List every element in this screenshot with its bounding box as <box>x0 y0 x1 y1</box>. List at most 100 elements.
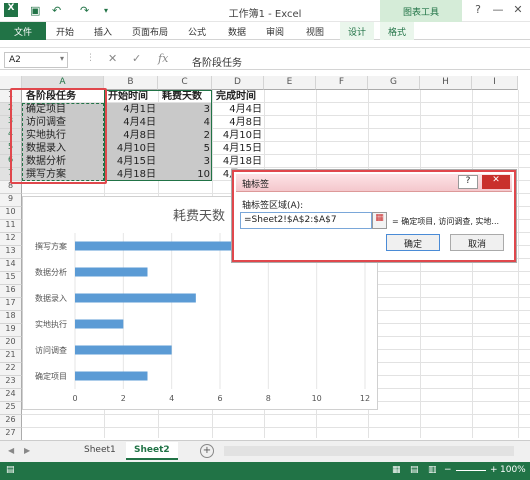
column-header-b[interactable]: B <box>104 76 158 90</box>
gridline-vertical <box>518 90 519 438</box>
tab-formulas[interactable]: 公式 <box>188 25 206 38</box>
scroll-left-icon[interactable]: ◀ <box>8 446 14 455</box>
horizontal-scrollbar[interactable] <box>224 446 514 456</box>
x-tick-label: 2 <box>121 394 126 403</box>
row-header[interactable]: 15 <box>0 272 22 285</box>
page-break-icon[interactable]: ▥ <box>428 465 437 475</box>
table-cell[interactable]: 4月10日 <box>214 129 264 142</box>
category-label: 撰写方案 <box>35 241 67 251</box>
tab-design[interactable]: 设计 <box>340 22 374 40</box>
save-icon[interactable]: ▣ <box>30 4 40 17</box>
row-header[interactable]: 21 <box>0 350 22 363</box>
enter-icon[interactable]: ✓ <box>132 52 141 65</box>
zoom-in-icon[interactable]: + <box>490 465 498 475</box>
column-header-f[interactable]: F <box>316 76 368 90</box>
row-header[interactable]: 19 <box>0 324 22 337</box>
page-layout-icon[interactable]: ▤ <box>410 465 419 475</box>
tab-insert[interactable]: 插入 <box>94 25 112 38</box>
cancel-button[interactable]: 取消 <box>450 234 504 251</box>
row-header[interactable]: 24 <box>0 389 22 402</box>
customize-qat-icon[interactable]: ▾ <box>104 6 108 15</box>
minimize-button[interactable]: — <box>488 3 508 16</box>
chart-bar[interactable] <box>75 345 172 355</box>
category-label: 实地执行 <box>35 319 67 329</box>
sheet-tab-1[interactable]: Sheet1 <box>76 442 124 460</box>
row-header[interactable]: 9 <box>0 194 22 207</box>
cancel-icon[interactable]: ✕ <box>108 52 117 65</box>
chart-bar[interactable] <box>75 319 124 329</box>
row-header[interactable]: 16 <box>0 285 22 298</box>
x-tick-label: 8 <box>266 394 271 403</box>
row-header[interactable]: 23 <box>0 376 22 389</box>
chart-bar[interactable] <box>75 267 148 277</box>
normal-view-icon[interactable]: ▦ <box>392 465 401 475</box>
help-icon[interactable]: ? <box>468 3 488 16</box>
undo-icon[interactable]: ↶ <box>52 4 61 17</box>
excel-logo-icon: X <box>4 3 18 17</box>
tab-review[interactable]: 审阅 <box>266 25 284 38</box>
chart-tools-label: 图表工具 <box>380 0 462 22</box>
title-bar: X ▣ ↶ ↷ ▾ 工作簿1 - Excel 图表工具 ? — ✕ <box>0 0 530 22</box>
table-cell[interactable]: 4月8日 <box>214 116 264 129</box>
axis-range-label: 轴标签区域(A): <box>242 201 304 211</box>
insert-function-icon[interactable]: fx <box>158 52 168 65</box>
column-header-h[interactable]: H <box>420 76 472 90</box>
ribbon-tabs: 开始 插入 页面布局 公式 数据 审阅 视图 设计 格式 <box>0 22 530 40</box>
table-cell[interactable]: 4月18日 <box>214 155 264 168</box>
ok-button[interactable]: 确定 <box>386 234 440 251</box>
dialog-close-button[interactable]: ✕ <box>482 175 510 189</box>
tab-page-layout[interactable]: 页面布局 <box>132 25 168 38</box>
chart-bar[interactable] <box>75 293 196 303</box>
column-header-d[interactable]: D <box>212 76 264 90</box>
zoom-out-icon[interactable]: − <box>444 465 452 475</box>
formula-input[interactable]: 各阶段任务 <box>188 52 523 69</box>
redo-icon[interactable]: ↷ <box>80 4 89 17</box>
gridline-horizontal <box>22 427 530 428</box>
zoom-level[interactable]: 100% <box>500 465 526 475</box>
column-header-g[interactable]: G <box>368 76 420 90</box>
tab-data[interactable]: 数据 <box>228 25 246 38</box>
close-button[interactable]: ✕ <box>508 3 528 16</box>
window-title: 工作簿1 - Excel <box>228 9 302 20</box>
tab-view[interactable]: 视图 <box>306 25 324 38</box>
column-header-c[interactable]: C <box>158 76 212 90</box>
axis-range-input[interactable]: =Sheet2!$A$2:$A$7 <box>240 212 372 229</box>
table-cell[interactable]: 4月15日 <box>214 142 264 155</box>
tab-file[interactable]: 文件 <box>0 22 46 40</box>
name-box-dropdown-icon[interactable]: ▾ <box>60 54 64 63</box>
x-tick-label: 4 <box>169 394 174 403</box>
row-header[interactable]: 26 <box>0 415 22 428</box>
table-cell[interactable]: 4月4日 <box>214 103 264 116</box>
scroll-right-icon[interactable]: ▶ <box>24 446 30 455</box>
more-icon: ⋮ <box>86 53 95 63</box>
ready-icon: ▤ <box>6 465 15 475</box>
sheet-tab-2[interactable]: Sheet2 <box>126 442 178 460</box>
x-tick-label: 10 <box>312 394 322 403</box>
row-header[interactable]: 11 <box>0 220 22 233</box>
tab-home[interactable]: 开始 <box>56 25 74 38</box>
row-header[interactable]: 12 <box>0 233 22 246</box>
header-end[interactable]: 完成时间 <box>214 90 266 103</box>
gridline-horizontal <box>22 414 530 415</box>
row-header[interactable]: 22 <box>0 363 22 376</box>
row-header[interactable]: 13 <box>0 246 22 259</box>
column-header-i[interactable]: I <box>472 76 518 90</box>
row-header[interactable]: 25 <box>0 402 22 415</box>
tab-format[interactable]: 格式 <box>380 22 414 40</box>
row-header[interactable]: 17 <box>0 298 22 311</box>
zoom-slider[interactable] <box>456 470 486 471</box>
row-header[interactable]: 10 <box>0 207 22 220</box>
add-sheet-icon[interactable]: + <box>200 444 214 458</box>
name-box[interactable]: A2 <box>4 52 68 68</box>
collapse-dialog-icon[interactable]: ▦ <box>372 212 387 229</box>
row-header[interactable]: 18 <box>0 311 22 324</box>
chart-bar[interactable] <box>75 371 148 381</box>
row-header[interactable]: 20 <box>0 337 22 350</box>
ribbon-collapsed <box>0 40 530 48</box>
row-header[interactable]: 14 <box>0 259 22 272</box>
dialog-title: 轴标签 <box>242 180 270 190</box>
gridline-vertical <box>420 90 421 438</box>
x-tick-label: 6 <box>217 394 222 403</box>
dialog-help-button[interactable]: ? <box>458 175 478 189</box>
column-header-e[interactable]: E <box>264 76 316 90</box>
